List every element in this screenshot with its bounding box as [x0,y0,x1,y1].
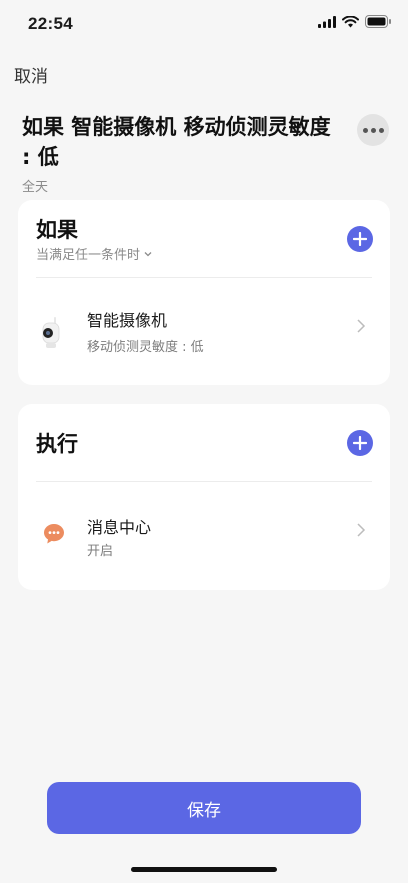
condition-item-title: 智能摄像机 [87,311,168,330]
status-time: 22:54 [28,14,73,33]
page-title: 如果 智能摄像机 移动侦测灵敏度 : 低 [22,115,331,169]
chevron-right-icon [357,523,366,537]
add-action-button[interactable] [347,430,373,456]
condition-mode-label: 当满足任一条件时 [36,248,141,263]
home-indicator[interactable] [131,867,277,872]
more-dot-icon [362,127,368,133]
message-center-icon [44,524,64,544]
more-options-button[interactable] [357,114,389,146]
camera-device-icon [42,317,60,348]
condition-heading: 如果 [36,218,78,242]
condition-mode-selector[interactable]: 当满足任一条件时 [36,244,152,263]
condition-card: 如果 当满足任一条件时 智能摄像机 移动侦测灵敏度 : 低 [18,200,390,385]
battery-icon [365,15,391,28]
cellular-signal-icon [318,15,336,28]
status-icons [318,15,392,28]
chevron-down-icon [144,251,152,256]
cancel-button[interactable]: 取消 [14,62,48,87]
save-button[interactable]: 保存 [47,782,361,834]
more-dot-icon [378,127,384,133]
action-card: 执行 消息中心 开启 [18,404,390,590]
header: 如果 智能摄像机 移动侦测灵敏度 : 低 全天 [22,112,342,195]
wifi-icon [342,15,359,27]
more-dot-icon [370,127,376,133]
divider [36,277,372,278]
condition-item-subtitle: 移动侦测灵敏度 : 低 [87,340,204,355]
plus-icon [353,436,367,450]
divider [36,481,372,482]
chevron-right-icon [357,319,366,333]
action-item-title: 消息中心 [87,518,152,537]
plus-icon [353,232,367,246]
action-item-subtitle: 开启 [87,544,114,559]
status-bar: 22:54 [0,0,408,50]
add-condition-button[interactable] [347,226,373,252]
action-heading: 执行 [36,432,78,456]
schedule-label[interactable]: 全天 [22,176,342,195]
